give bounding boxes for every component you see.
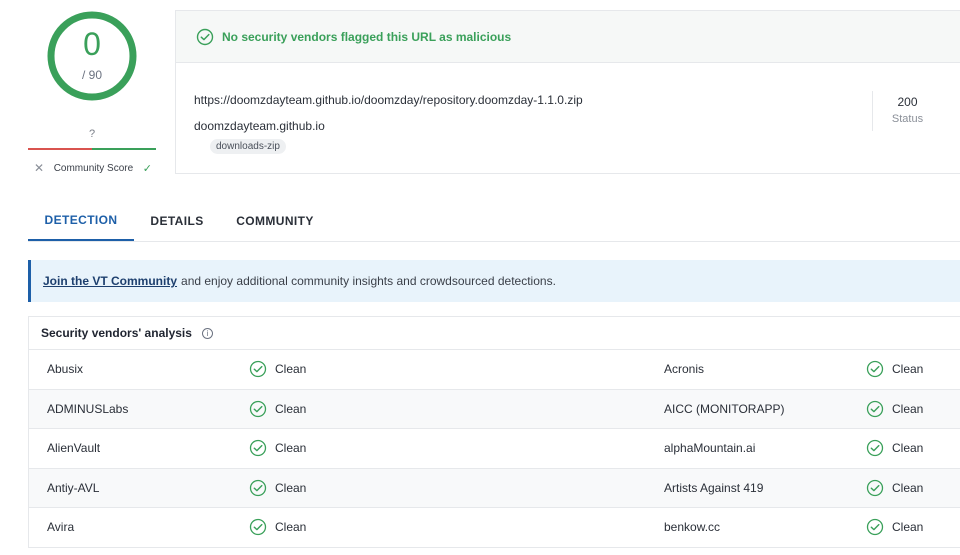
- url-summary-card: No security vendors flagged this URL as …: [175, 10, 960, 174]
- vendor-name: AlienVault: [47, 441, 101, 456]
- banner-text: and enjoy additional community insights …: [181, 274, 556, 288]
- vendor-result: Clean: [249, 400, 306, 418]
- check-circle-icon: [196, 28, 214, 45]
- url-tag[interactable]: downloads-zip: [210, 139, 286, 154]
- result-label: Clean: [892, 362, 924, 377]
- tab-community[interactable]: COMMUNITY: [220, 200, 330, 241]
- vendor-result: Clean: [866, 360, 923, 378]
- vendor-result: Clean: [866, 439, 923, 457]
- vendor-result: Clean: [249, 360, 306, 378]
- status-label: Status: [891, 113, 924, 125]
- join-community-link[interactable]: Join the VT Community: [43, 274, 177, 288]
- vendor-name: AICC (MONITORAPP): [664, 401, 785, 416]
- info-icon[interactable]: i: [201, 327, 213, 339]
- check-circle-icon: [249, 400, 267, 417]
- check-circle-icon: [249, 519, 267, 536]
- table-row: Antiy-AVL Clean Artists Against 419 Clea…: [29, 467, 960, 507]
- result-label: Clean: [892, 480, 924, 495]
- detection-count: 0: [83, 26, 101, 62]
- verdict-message: No security vendors flagged this URL as …: [222, 29, 512, 44]
- vendor-result: Clean: [866, 479, 923, 497]
- check-circle-icon: [249, 440, 267, 457]
- result-label: Clean: [275, 362, 307, 377]
- vendor-name: Artists Against 419: [664, 480, 764, 495]
- score-widget: 0 / 90 ? ✕ Community Score ✓: [28, 8, 156, 180]
- vendor-result: Clean: [249, 439, 306, 457]
- vendor-name: Acronis: [664, 362, 705, 377]
- check-circle-icon: [249, 479, 267, 496]
- tab-details[interactable]: DETAILS: [134, 200, 220, 241]
- vendors-title: Security vendors' analysis: [41, 326, 192, 340]
- result-label: Clean: [275, 401, 307, 416]
- table-row: AlienVault Clean alphaMountain.ai Clean: [29, 428, 960, 468]
- community-banner: Join the VT Community and enjoy addition…: [28, 260, 960, 302]
- vendor-name: benkow.cc: [664, 520, 721, 535]
- check-circle-icon: [866, 519, 884, 536]
- vendor-result: Clean: [249, 479, 306, 497]
- vendor-result: Clean: [249, 518, 306, 536]
- detection-total: / 90: [81, 68, 102, 82]
- vendors-table: Security vendors' analysis i Abusix Clea…: [28, 316, 960, 548]
- vendor-result: Clean: [866, 400, 923, 418]
- check-circle-icon: [866, 361, 884, 378]
- result-label: Clean: [892, 401, 924, 416]
- vendor-result: Clean: [866, 518, 923, 536]
- result-label: Clean: [275, 441, 307, 456]
- check-circle-icon: [249, 361, 267, 378]
- result-label: Clean: [892, 441, 924, 456]
- dislike-icon[interactable]: ✕: [28, 161, 44, 175]
- check-circle-icon: [866, 400, 884, 417]
- vendors-header: Security vendors' analysis i: [29, 317, 960, 349]
- verdict-banner: No security vendors flagged this URL as …: [176, 11, 960, 63]
- check-circle-icon: [866, 440, 884, 457]
- community-score-row: ✕ Community Score ✓: [28, 160, 156, 176]
- http-status: 200 Status: [872, 91, 942, 131]
- scanned-url: https://doomzdayteam.github.io/doomzday/…: [194, 93, 583, 107]
- table-row: Abusix Clean Acronis Clean: [29, 349, 960, 389]
- status-code: 200: [897, 95, 918, 109]
- report-tabs: DETECTION DETAILS COMMUNITY: [28, 200, 960, 242]
- check-circle-icon: [866, 479, 884, 496]
- result-label: Clean: [892, 520, 924, 535]
- vendor-name: Abusix: [47, 362, 84, 377]
- vendor-name: alphaMountain.ai: [664, 441, 756, 456]
- vendor-name: Avira: [47, 520, 75, 535]
- vendor-name: ADMINUSLabs: [47, 401, 129, 416]
- result-label: Clean: [275, 480, 307, 495]
- result-label: Clean: [275, 520, 307, 535]
- table-row: ADMINUSLabs Clean AICC (MONITORAPP) Clea…: [29, 388, 960, 428]
- community-score-label: Community Score: [53, 162, 134, 174]
- like-icon[interactable]: ✓: [143, 162, 156, 175]
- tab-detection[interactable]: DETECTION: [28, 200, 134, 241]
- community-score-bar: [28, 148, 156, 150]
- table-row: Avira Clean benkow.cc Clean: [29, 507, 960, 547]
- detection-score-ring: 0 / 90: [46, 10, 138, 102]
- community-score-value: ?: [88, 128, 96, 140]
- scanned-domain[interactable]: doomzdayteam.github.io: [194, 119, 325, 133]
- vendor-name: Antiy-AVL: [47, 480, 100, 495]
